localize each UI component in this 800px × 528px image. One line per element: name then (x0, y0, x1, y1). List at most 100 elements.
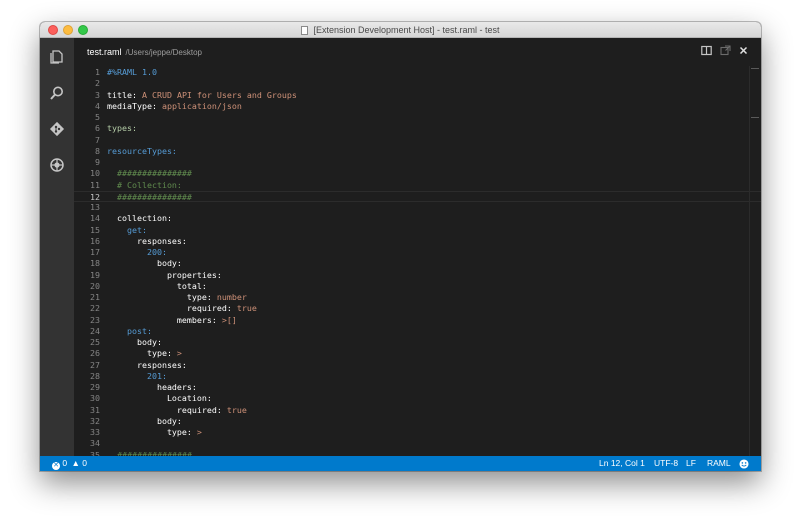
code-line[interactable]: 30 Location: (74, 393, 761, 404)
open-changes-icon[interactable] (720, 45, 731, 56)
code-line[interactable]: 31 required: true (74, 405, 761, 416)
code-line[interactable]: 3 title: A CRUD API for Users and Groups (74, 90, 761, 101)
line-number: 30 (90, 393, 100, 404)
debug-icon[interactable] (49, 157, 65, 173)
code-line[interactable]: 33 type: > (74, 427, 761, 438)
code-line[interactable]: 20 total: (74, 281, 761, 292)
code-line[interactable]: 13 (74, 202, 761, 213)
warning-count: 0 (82, 458, 88, 468)
vscode-window: [Extension Development Host] - test.raml… (40, 22, 761, 471)
code-token: true (221, 404, 247, 415)
line-number: 5 (95, 112, 100, 122)
git-icon[interactable] (49, 121, 65, 137)
code-line[interactable]: 22 required: true (74, 303, 761, 314)
code-line[interactable]: 1 #%RAML 1.0 (74, 67, 761, 78)
line-number: 17 (90, 247, 100, 257)
line-text: required: true (107, 303, 257, 314)
end-of-line[interactable]: LF (686, 458, 696, 469)
code-token: A CRUD API for Users and Groups (136, 89, 297, 100)
code-line[interactable]: 28 201: (74, 371, 761, 382)
encoding[interactable]: UTF-8 (654, 458, 678, 469)
scrollbar[interactable] (749, 66, 761, 456)
problems-indicator[interactable]: ✕ 0 ▲ 0 (52, 458, 87, 470)
error-count: 0 (62, 458, 68, 468)
code-token: collection: (107, 213, 172, 224)
split-editor-icon[interactable] (701, 45, 712, 56)
line-text: title: A CRUD API for Users and Groups (107, 90, 297, 101)
code-line[interactable]: 24 post: (74, 326, 761, 337)
explorer-icon[interactable] (49, 49, 65, 65)
code-token: > (191, 427, 202, 437)
line-number: 10 (90, 168, 100, 179)
code-token: true (231, 303, 257, 314)
code-line[interactable]: 6 types: (74, 123, 761, 134)
code-line[interactable]: 4 mediaType: application/json (74, 101, 761, 112)
line-text: collection: (107, 213, 172, 224)
language-mode[interactable]: RAML (707, 458, 731, 469)
code-token: #%RAML 1.0 (107, 67, 157, 77)
line-text: Location: (107, 393, 212, 404)
tab-filename: test.raml (87, 47, 122, 57)
code-line[interactable]: 32 body: (74, 416, 761, 427)
code-token: headers: (107, 382, 197, 392)
code-editor[interactable]: 1 #%RAML 1.0 2 3 title: A CRUD API for Users… (74, 67, 761, 456)
code-line[interactable]: 5 (74, 112, 761, 123)
line-number: 1 (95, 67, 100, 77)
tab-bar: test.raml/Users/jeppe/Desktop (74, 38, 761, 66)
code-token: responses: (107, 359, 187, 370)
code-line[interactable]: 23 members: >[] (74, 315, 761, 326)
code-line[interactable]: 10 ############### (74, 168, 761, 179)
code-line[interactable]: 9 (74, 157, 761, 168)
line-text: 201: (107, 371, 167, 382)
smiley-icon[interactable] (739, 458, 749, 469)
code-line[interactable]: 8 resourceTypes: (74, 146, 761, 157)
code-token: mediaType: (107, 100, 157, 111)
code-line[interactable]: 14 collection: (74, 213, 761, 224)
code-line[interactable]: 11 # Collection: (74, 180, 761, 191)
code-line[interactable]: 27 responses: (74, 360, 761, 371)
line-number: 24 (90, 325, 100, 336)
line-number: 19 (90, 269, 100, 280)
line-number: 8 (95, 145, 100, 156)
tab-path: /Users/jeppe/Desktop (125, 48, 202, 57)
line-number: 25 (90, 337, 100, 347)
code-token: get: (107, 224, 147, 235)
code-line[interactable]: 15 get: (74, 225, 761, 236)
line-number: 27 (90, 359, 100, 370)
line-number: 7 (95, 134, 100, 145)
code-line[interactable]: 16 responses: (74, 236, 761, 247)
code-token: post: (107, 325, 152, 336)
search-icon[interactable] (49, 85, 65, 101)
line-text: get: (107, 225, 147, 236)
line-text: #%RAML 1.0 (107, 67, 157, 78)
line-text: properties: (107, 270, 222, 281)
code-line[interactable]: 26 type: > (74, 348, 761, 359)
document-icon (301, 25, 309, 35)
code-line[interactable]: 17 200: (74, 247, 761, 258)
code-token: 201: (107, 370, 167, 381)
line-text: body: (107, 258, 182, 269)
code-line[interactable]: 29 headers: (74, 382, 761, 393)
tab-test-raml[interactable]: test.raml/Users/jeppe/Desktop (87, 47, 202, 57)
code-line[interactable]: 2 (74, 78, 761, 89)
code-line[interactable]: 19 properties: (74, 270, 761, 281)
close-icon[interactable] (738, 45, 749, 56)
line-number: 29 (90, 382, 100, 392)
code-line[interactable]: 25 body: (74, 337, 761, 348)
line-text: responses: (107, 360, 187, 371)
code-token: application/json (156, 100, 242, 111)
editor-area: test.raml/Users/jeppe/Desktop 1 #%RAML 1.… (74, 38, 761, 456)
line-number: 6 (95, 123, 100, 134)
code-line[interactable]: 12 ############### (74, 190, 761, 202)
title-bar: [Extension Development Host] - test.raml… (40, 22, 761, 38)
code-token: body: (107, 258, 182, 269)
code-token: members: (107, 314, 217, 325)
line-number: 34 (90, 438, 100, 449)
code-line[interactable]: 7 (74, 135, 761, 146)
code-line[interactable]: 34 (74, 438, 761, 449)
cursor-position[interactable]: Ln 12, Col 1 (599, 458, 645, 469)
activity-bar (40, 38, 74, 456)
line-number: 16 (90, 235, 100, 246)
code-line[interactable]: 21 type: number (74, 292, 761, 303)
code-line[interactable]: 18 body: (74, 258, 761, 269)
